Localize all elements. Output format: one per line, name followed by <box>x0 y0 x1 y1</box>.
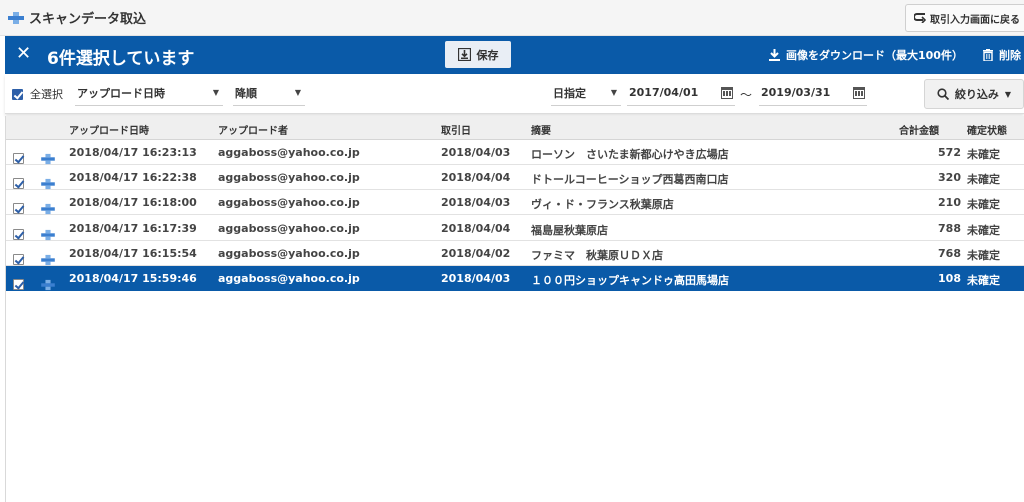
table-row[interactable]: 2018/04/17 16:22:38 aggaboss@yahoo.co.jp 2… <box>6 165 1024 191</box>
date-mode-value: 日指定 <box>553 86 586 100</box>
download-icon <box>769 49 780 61</box>
status-badge: 未確定 <box>967 173 1000 187</box>
total-amount: 320 <box>938 171 961 185</box>
filter-button-label: 絞り込み <box>954 88 999 101</box>
calendar-icon[interactable] <box>721 86 733 99</box>
download-images-button[interactable]: 画像をダウンロード（最大100件） <box>769 47 963 63</box>
sort-field-select[interactable]: アップロード日時 ▼ <box>75 80 223 106</box>
save-button[interactable]: 保存 <box>445 41 511 68</box>
memo: ヴィ・ド・フランス秋葉原店 <box>531 198 674 212</box>
column-header[interactable]: アップロード日時 <box>69 122 149 137</box>
column-header[interactable]: アップロード者 <box>218 122 288 137</box>
uploaded-at: 2018/04/17 16:23:13 <box>69 146 197 159</box>
total-amount: 210 <box>938 196 961 210</box>
scan-icon <box>8 11 24 25</box>
memo: ファミマ 秋葉原ＵＤＸ店 <box>531 248 663 262</box>
status-badge: 未確定 <box>967 223 1000 237</box>
app-header: スキャンデータ取込 取引入力画面に戻る <box>0 0 1024 36</box>
status-badge: 未確定 <box>967 248 1000 262</box>
sort-field-value: アップロード日時 <box>77 86 165 100</box>
save-button-label: 保存 <box>476 48 499 62</box>
sort-order-select[interactable]: 降順 ▼ <box>233 80 305 106</box>
date-range-separator: ～ <box>740 88 753 102</box>
transaction-date: 2018/04/04 <box>441 221 511 235</box>
total-amount: 572 <box>938 146 961 159</box>
trash-icon <box>983 49 993 61</box>
close-selection-icon[interactable]: ✕ <box>16 43 31 64</box>
save-icon <box>457 48 471 61</box>
table-row[interactable]: 2018/04/17 16:15:54 aggaboss@yahoo.co.jp 2… <box>6 241 1024 266</box>
transaction-date: 2018/04/02 <box>441 246 511 260</box>
app-title: スキャンデータ取込 <box>8 8 146 27</box>
status-badge: 未確定 <box>967 274 1000 287</box>
transaction-date: 2018/04/03 <box>441 196 511 210</box>
uploaded-at: 2018/04/17 16:17:39 <box>69 221 197 235</box>
chevron-down-icon: ▼ <box>294 88 301 97</box>
filter-bar: 全選択 アップロード日時 ▼ 降順 ▼ 日指定 ▼ 2017/04/01 ～ 2… <box>5 74 1024 114</box>
memo: ローソン さいたま新都心けやき広場店 <box>531 148 729 161</box>
uploader: aggaboss@yahoo.co.jp <box>218 221 360 235</box>
uploader: aggaboss@yahoo.co.jp <box>218 272 360 285</box>
memo: ドトールコーヒーショップ西葛西南口店 <box>531 173 729 187</box>
return-icon <box>914 13 926 23</box>
back-button-label: 取引入力画面に戻る <box>930 14 1020 26</box>
column-header[interactable]: 取引日 <box>441 122 471 137</box>
memo: 福島屋秋葉原店 <box>531 223 608 237</box>
transaction-date: 2018/04/04 <box>441 171 511 185</box>
back-to-entry-button[interactable]: 取引入力画面に戻る <box>905 4 1024 32</box>
chevron-down-icon: ▼ <box>610 88 617 97</box>
uploaded-at: 2018/04/17 15:59:46 <box>69 272 197 285</box>
magnifier-icon <box>937 88 949 100</box>
date-to-value: 2019/03/31 <box>761 86 831 99</box>
table-row[interactable]: 2018/04/17 16:17:39 aggaboss@yahoo.co.jp 2… <box>6 216 1024 241</box>
app-title-text: スキャンデータ取込 <box>29 12 147 27</box>
uploader: aggaboss@yahoo.co.jp <box>218 171 360 185</box>
date-mode-select[interactable]: 日指定 ▼ <box>551 80 621 106</box>
calendar-icon[interactable] <box>853 86 865 99</box>
table-header: アップロード日時 アップロード者 取引日 摘要 合計金額 確定状態 <box>6 116 1024 140</box>
status-badge: 未確定 <box>967 198 1000 212</box>
date-from-value: 2017/04/01 <box>629 86 699 99</box>
column-header[interactable]: 確定状態 <box>967 122 1007 137</box>
total-amount: 108 <box>938 272 961 285</box>
select-all[interactable]: 全選択 <box>12 86 63 102</box>
select-all-checkbox[interactable] <box>12 88 23 100</box>
uploaded-at: 2018/04/17 16:15:54 <box>69 246 197 260</box>
total-amount: 768 <box>938 246 961 260</box>
download-label: 画像をダウンロード（最大100件） <box>786 49 963 62</box>
scan-data-table: アップロード日時 アップロード者 取引日 摘要 合計金額 確定状態 2018/0… <box>5 116 1024 502</box>
sort-order-value: 降順 <box>235 86 257 100</box>
delete-button[interactable]: 削除 <box>983 47 1021 63</box>
table-row[interactable]: 2018/04/17 16:18:00 aggaboss@yahoo.co.jp 2… <box>6 190 1024 216</box>
date-to-field[interactable]: 2019/03/31 <box>759 80 867 106</box>
chevron-down-icon: ▼ <box>212 88 219 97</box>
uploader: aggaboss@yahoo.co.jp <box>218 196 360 210</box>
table-row[interactable]: 2018/04/17 15:59:46 aggaboss@yahoo.co.jp 2… <box>6 266 1024 291</box>
select-all-label: 全選択 <box>30 88 63 101</box>
transaction-date: 2018/04/03 <box>441 272 511 285</box>
delete-label: 削除 <box>999 49 1021 62</box>
total-amount: 788 <box>938 221 961 235</box>
uploaded-at: 2018/04/17 16:22:38 <box>69 171 197 185</box>
uploader: aggaboss@yahoo.co.jp <box>218 146 360 159</box>
column-header[interactable]: 摘要 <box>531 122 551 137</box>
selection-bar: ✕ 6件選択しています 保存 画像をダウンロード（最大100件） 削除 <box>5 36 1024 74</box>
chevron-down-icon: ▼ <box>1004 89 1012 99</box>
filter-button[interactable]: 絞り込み ▼ <box>924 79 1024 109</box>
table-row[interactable]: 2018/04/17 16:23:13 aggaboss@yahoo.co.jp 2… <box>6 140 1024 165</box>
date-from-field[interactable]: 2017/04/01 <box>627 80 735 106</box>
column-header[interactable]: 合計金額 <box>899 122 939 137</box>
uploaded-at: 2018/04/17 16:18:00 <box>69 196 197 210</box>
transaction-date: 2018/04/03 <box>441 146 511 159</box>
memo: １００円ショップキャンドゥ高田馬場店 <box>531 274 729 287</box>
selection-count: 6件選択しています <box>47 49 195 69</box>
status-badge: 未確定 <box>967 148 1000 161</box>
uploader: aggaboss@yahoo.co.jp <box>218 246 360 260</box>
